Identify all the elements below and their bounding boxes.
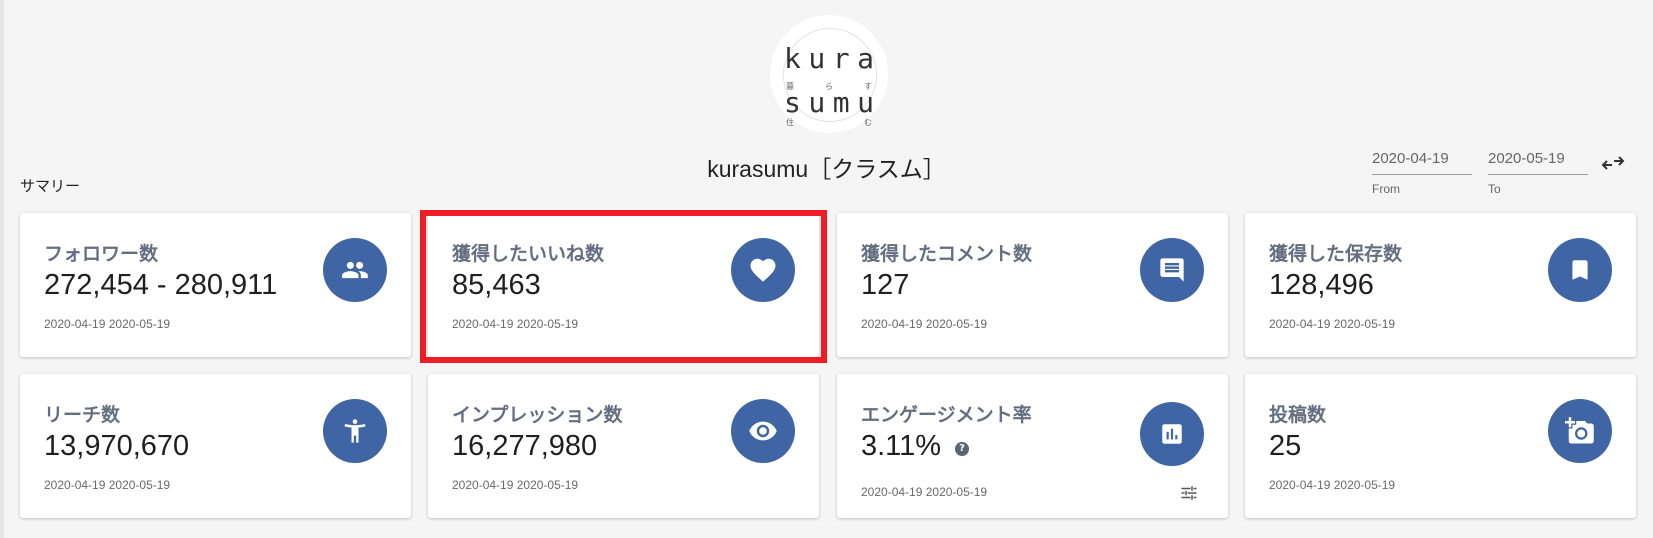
card-engagement-rate: エンゲージメント率 3.11%? 2020-04-19 2020-05-19 (837, 374, 1228, 518)
card-date-range: 2020-04-19 2020-05-19 (1269, 478, 1396, 492)
card-date-range: 2020-04-19 2020-05-19 (44, 317, 171, 331)
bar-chart-icon (1140, 402, 1204, 466)
card-value-row: 3.11%? (861, 430, 970, 463)
bookmark-icon (1548, 238, 1612, 302)
logo-letter: r (832, 42, 850, 75)
add-photo-icon (1548, 399, 1612, 463)
highlight-box (420, 210, 827, 363)
card-value: 272,454 - 280,911 (44, 269, 278, 301)
card-title: インプレッション数 (452, 404, 623, 426)
card-impressions: インプレッション数 16,277,980 2020-04-19 2020-05-… (428, 374, 819, 518)
card-value: 16,277,980 (452, 430, 598, 462)
card-date-range: 2020-04-19 2020-05-19 (44, 478, 171, 492)
card-value: 127 (861, 269, 910, 301)
logo-letter: u (857, 86, 874, 119)
to-date-field[interactable]: 2020-05-19 (1488, 148, 1588, 175)
person-icon (323, 399, 387, 463)
from-date-field[interactable]: 2020-04-19 (1372, 148, 1472, 175)
eye-icon (731, 399, 795, 463)
section-title-summary: サマリー (20, 177, 81, 195)
logo-letter: k (784, 42, 801, 75)
card-value: 3.11% (861, 430, 942, 462)
tune-icon[interactable] (1180, 486, 1198, 500)
card-title: 獲得した保存数 (1269, 243, 1403, 265)
card-title: エンゲージメント率 (861, 404, 1032, 426)
card-followers: フォロワー数 272,454 - 280,911 2020-04-19 2020… (20, 213, 411, 357)
help-icon[interactable]: ? (955, 442, 970, 457)
card-value: 13,970,670 (44, 430, 190, 462)
card-comments: 獲得したコメント数 127 2020-04-19 2020-05-19 (837, 213, 1228, 357)
card-posts: 投稿数 25 2020-04-19 2020-05-19 (1245, 374, 1636, 518)
logo-word-sumu: s u m u (784, 89, 874, 117)
card-saves: 獲得した保存数 128,496 2020-04-19 2020-05-19 (1245, 213, 1636, 357)
logo-letter: u (808, 42, 826, 75)
logo-letter: m (832, 86, 850, 119)
logo-letter: a (857, 42, 874, 75)
logo-word-kura: k u r a (784, 45, 874, 73)
card-title: リーチ数 (44, 404, 121, 426)
card-date-range: 2020-04-19 2020-05-19 (861, 485, 988, 499)
page-left-border (0, 0, 4, 538)
comment-icon (1140, 238, 1204, 302)
to-date-label: To (1488, 182, 1501, 196)
card-title: 投稿数 (1269, 404, 1327, 426)
to-date-value[interactable]: 2020-05-19 (1488, 148, 1588, 170)
logo-kana: 住 (786, 118, 794, 127)
card-date-range: 2020-04-19 2020-05-19 (861, 317, 988, 331)
card-title: 獲得したコメント数 (861, 243, 1033, 265)
swap-arrows-icon[interactable] (1601, 154, 1625, 172)
account-logo: k u r a 暮 ら す s u m u 住 む (770, 15, 888, 133)
people-icon (323, 238, 387, 302)
logo-letter: s (784, 86, 801, 119)
card-reach: リーチ数 13,970,670 2020-04-19 2020-05-19 (20, 374, 411, 518)
card-value: 128,496 (1269, 269, 1374, 301)
card-value: 25 (1269, 430, 1302, 462)
from-date-label: From (1372, 182, 1400, 196)
logo-small-kana-2: 住 む (786, 118, 872, 127)
logo-kana: む (864, 118, 872, 127)
from-date-value[interactable]: 2020-04-19 (1372, 148, 1472, 170)
logo-letter: u (808, 86, 826, 119)
card-date-range: 2020-04-19 2020-05-19 (1269, 317, 1396, 331)
card-title: フォロワー数 (44, 243, 159, 265)
card-date-range: 2020-04-19 2020-05-19 (452, 478, 579, 492)
